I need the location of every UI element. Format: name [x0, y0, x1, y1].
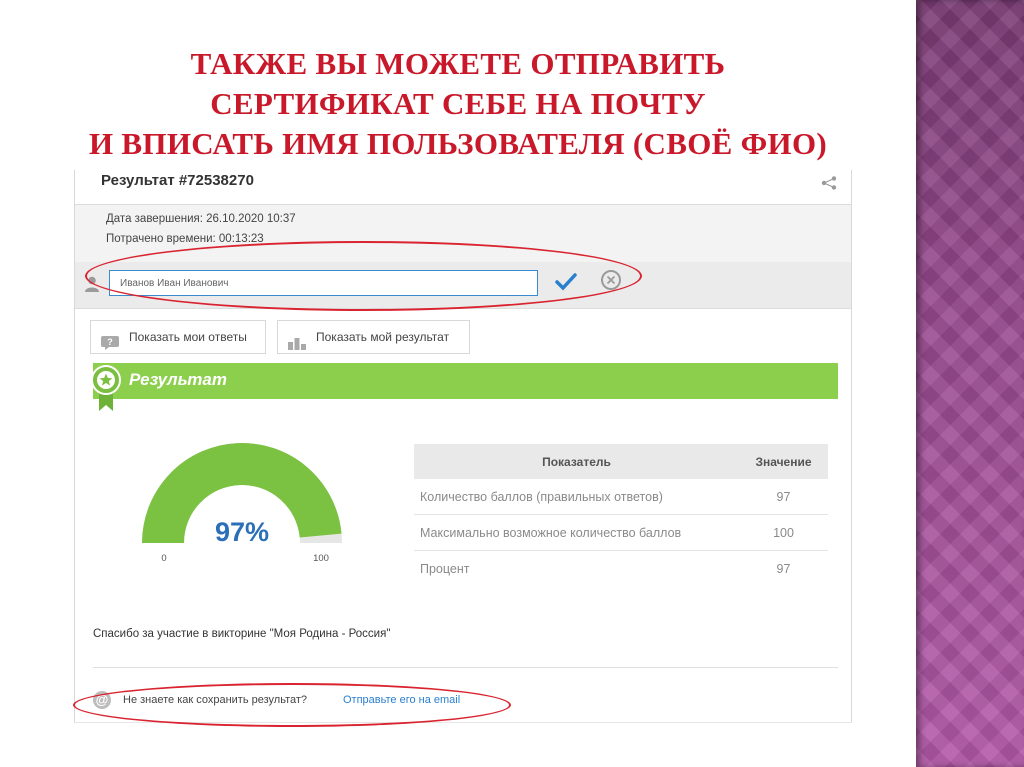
slide-title-line-2: СЕРТИФИКАТ СЕБЕ НА ПОЧТУ	[210, 86, 706, 121]
user-icon	[85, 276, 99, 292]
at-sign-icon: @	[93, 691, 111, 709]
completion-date: Дата завершения: 26.10.2020 10:37	[106, 213, 296, 225]
table-header-row: Показатель Значение	[414, 444, 828, 479]
table-cell-label: Процент	[420, 561, 470, 576]
table-row: Максимально возможное количество баллов …	[414, 514, 828, 551]
slide-title-line-1: ТАКЖЕ ВЫ МОЖЕТЕ ОТПРАВИТЬ	[190, 46, 726, 81]
gauge-value: 97%	[215, 517, 269, 547]
table-cell-value: 97	[776, 561, 791, 576]
send-email-link[interactable]: Отправьте его на email	[343, 694, 460, 706]
close-icon	[606, 275, 616, 285]
slide-title: ТАКЖЕ ВЫ МОЖЕТЕ ОТПРАВИТЬ СЕРТИФИКАТ СЕБ…	[0, 44, 916, 164]
gauge-max-label: 100	[313, 553, 329, 563]
podium-icon	[288, 330, 306, 350]
gauge-min-label: 0	[161, 553, 166, 563]
table-cell-label: Максимально возможное количество баллов	[414, 514, 739, 551]
table-row: Процент 97	[414, 551, 828, 587]
show-answers-label: Показать мои ответы	[129, 330, 247, 344]
svg-text:?: ?	[107, 337, 113, 347]
result-header: Результат #72538270	[75, 170, 851, 205]
table-cell-value: 97	[739, 479, 828, 515]
save-question: Не знаете как сохранить результат?	[123, 694, 308, 706]
table-header-value: Значение	[739, 444, 828, 479]
cancel-name-button[interactable]	[601, 270, 621, 290]
divider	[93, 667, 838, 668]
score-gauge: 97% 0 100	[142, 443, 342, 563]
checkmark-icon	[555, 273, 577, 291]
show-result-button[interactable]: Показать мой результат	[277, 320, 470, 354]
time-spent: Потрачено времени: 00:13:23	[106, 233, 264, 245]
table-cell-value: 100	[739, 514, 828, 551]
side-decoration	[916, 0, 1024, 767]
result-section-title: Результат	[129, 370, 227, 389]
result-table: Показатель Значение Количество баллов (п…	[414, 444, 828, 586]
table-cell-label: Количество баллов (правильных ответов)	[414, 479, 739, 515]
show-answers-button[interactable]: ? Показать мои ответы	[90, 320, 266, 354]
table-header-indicator: Показатель	[414, 444, 739, 479]
thanks-message: Спасибо за участие в викторине "Моя Роди…	[93, 628, 391, 640]
question-icon: ?	[101, 330, 119, 350]
confirm-name-button[interactable]	[554, 270, 578, 294]
user-name-bar	[75, 262, 851, 309]
slide: ТАКЖЕ ВЫ МОЖЕТЕ ОТПРАВИТЬ СЕРТИФИКАТ СЕБ…	[0, 0, 916, 767]
slide-title-line-3: И ВПИСАТЬ ИМЯ ПОЛЬЗОВАТЕЛЯ (СВОЁ ФИО)	[88, 126, 828, 161]
show-result-label: Показать мой результат	[316, 330, 450, 344]
result-header-title: Результат #72538270	[101, 172, 254, 189]
table-row: Количество баллов (правильных ответов) 9…	[414, 479, 828, 515]
result-panel: Результат #72538270 Дата завершения: 26.…	[74, 170, 852, 723]
result-meta: Дата завершения: 26.10.2020 10:37 Потрач…	[75, 205, 851, 262]
user-name-input[interactable]	[109, 270, 538, 296]
share-icon[interactable]	[821, 176, 837, 190]
result-section-header: Результат	[93, 363, 838, 399]
award-badge-icon	[91, 365, 121, 411]
